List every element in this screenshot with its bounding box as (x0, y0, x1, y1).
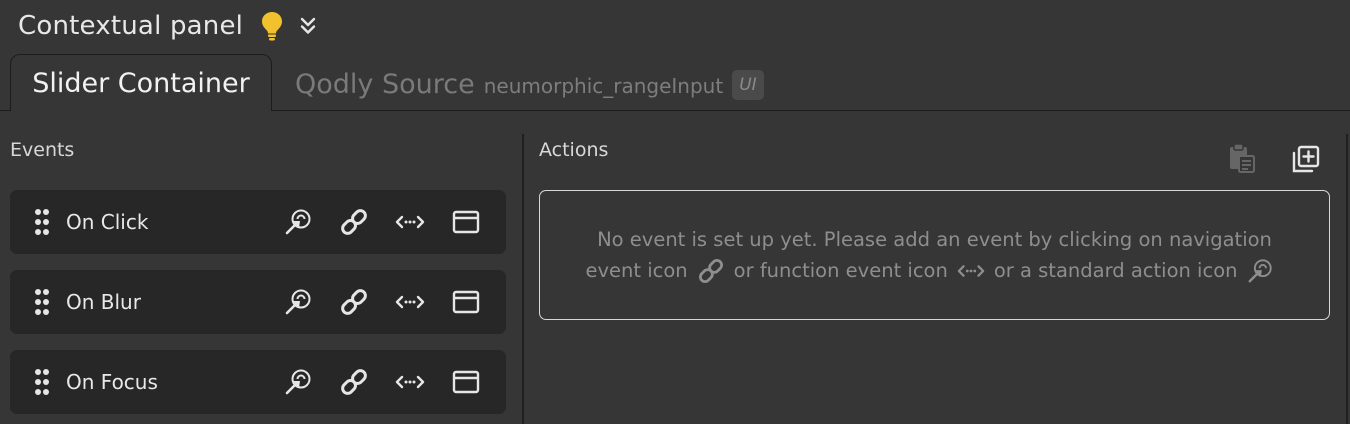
panel-header: Contextual panel (18, 6, 319, 46)
navigation-event-link-icon (696, 257, 726, 285)
empty-state-text-c: or a standard action icon (993, 259, 1238, 282)
lightbulb-icon[interactable] (259, 10, 285, 42)
tab-source-name: neumorphic_rangeInput (483, 74, 724, 98)
column-divider (522, 134, 524, 424)
tab-source-title: Qodly Source (295, 68, 475, 100)
standard-action-icon[interactable] (282, 366, 314, 398)
event-label: On Focus (66, 370, 158, 394)
drag-handle-icon[interactable] (34, 368, 50, 396)
function-event-icon[interactable] (394, 206, 426, 238)
event-row-on-focus: On Focus (10, 350, 506, 414)
window-icon[interactable] (450, 206, 482, 238)
tab-slider-container[interactable]: Slider Container (10, 54, 272, 113)
panel-title: Contextual panel (18, 11, 244, 41)
double-chevron-down-icon[interactable] (297, 15, 319, 37)
actions-empty-state: No event is set up yet. Please add an ev… (539, 190, 1330, 320)
function-event-icon (956, 257, 986, 285)
window-icon[interactable] (450, 286, 482, 318)
event-label: On Click (66, 210, 149, 234)
standard-action-icon[interactable] (282, 206, 314, 238)
tab-qodly-source[interactable]: Qodly Source neumorphic_rangeInput UI (295, 64, 764, 104)
navigation-event-link-icon[interactable] (338, 206, 370, 238)
events-heading: Events (10, 139, 75, 161)
right-divider (1346, 134, 1348, 424)
function-event-icon[interactable] (394, 366, 426, 398)
tab-bar: Slider Container Qodly Source neumorphic… (0, 54, 1350, 113)
event-row-on-click: On Click (10, 190, 506, 254)
drag-handle-icon[interactable] (34, 208, 50, 236)
standard-action-icon[interactable] (282, 286, 314, 318)
paste-icon[interactable] (1227, 142, 1257, 176)
function-event-icon[interactable] (394, 286, 426, 318)
window-icon[interactable] (450, 366, 482, 398)
actions-heading: Actions (539, 139, 609, 161)
drag-handle-icon[interactable] (34, 288, 50, 316)
add-action-icon[interactable] (1290, 143, 1322, 175)
tab-label: Slider Container (32, 67, 250, 99)
navigation-event-link-icon[interactable] (338, 286, 370, 318)
empty-state-line-2: event icon or function event icon or a s… (586, 255, 1284, 286)
standard-action-icon (1245, 257, 1275, 285)
ui-badge: UI (732, 70, 764, 100)
empty-state-line-1: No event is set up yet. Please add an ev… (597, 228, 1272, 251)
navigation-event-link-icon[interactable] (338, 366, 370, 398)
event-label: On Blur (66, 290, 141, 314)
empty-state-text-a: event icon (585, 259, 688, 282)
empty-state-text-b: or function event icon (733, 259, 948, 282)
event-row-on-blur: On Blur (10, 270, 506, 334)
